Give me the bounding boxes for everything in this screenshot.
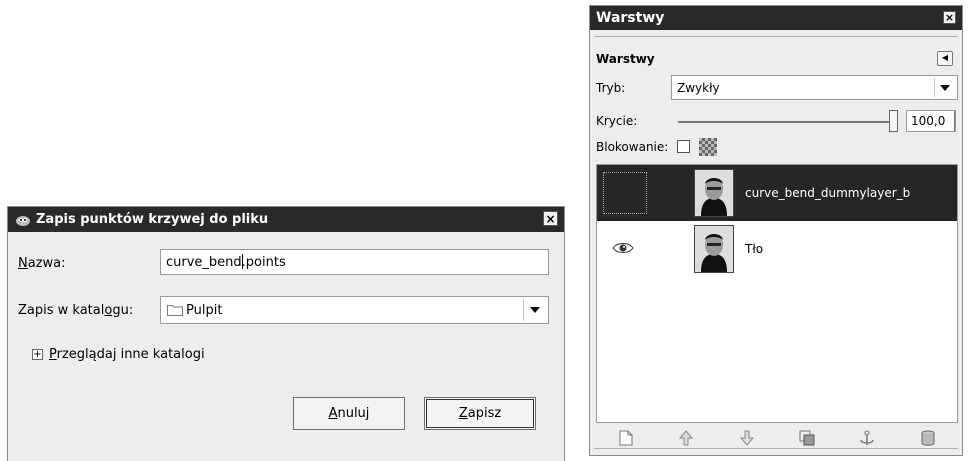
mode-label: Tryb: xyxy=(596,81,626,95)
lower-layer-icon[interactable] xyxy=(737,429,757,447)
browse-other-folders-expander[interactable]: + Przeglądaj inne katalogi xyxy=(32,347,205,362)
duplicate-layer-icon[interactable] xyxy=(797,429,817,447)
lock-label: Blokowanie: xyxy=(596,140,669,154)
lock-alpha-icon[interactable] xyxy=(699,138,717,156)
eye-icon[interactable] xyxy=(612,241,634,255)
opacity-spin-arrows[interactable] xyxy=(954,110,961,132)
folder-icon xyxy=(167,305,183,316)
dock-bottom-separator xyxy=(594,448,958,453)
chevron-down-icon[interactable] xyxy=(934,78,955,97)
panel-menu-button[interactable]: ◀ xyxy=(937,51,953,66)
anchor-layer-icon[interactable] xyxy=(857,429,877,447)
expand-plus-icon[interactable]: + xyxy=(32,349,43,360)
opacity-slider-track[interactable] xyxy=(678,121,896,123)
save-folder-combo[interactable]: Pulpit xyxy=(160,296,549,324)
save-folder-value: Pulpit xyxy=(186,302,223,318)
dock-close-button[interactable]: × xyxy=(943,11,956,24)
layer-thumbnail xyxy=(694,169,734,217)
layer-row-background[interactable]: Tło xyxy=(597,221,957,277)
save-button[interactable]: Zapisz xyxy=(424,397,536,430)
filename-input[interactable]: curve_bend.points xyxy=(160,249,549,275)
browse-other-folders-label[interactable]: Przeglądaj inne katalogi xyxy=(49,347,205,362)
layer-list: curve_bend_dummylayer_b Tło xyxy=(596,164,958,423)
lock-pixels-checkbox[interactable] xyxy=(677,140,690,153)
folder-label: Zapis w katalogu: xyxy=(18,303,134,318)
layer-name[interactable]: curve_bend_dummylayer_b xyxy=(745,186,910,200)
save-curve-points-dialog: Zapis punktów krzywej do pliku × Nazwa: … xyxy=(7,206,565,461)
layers-footer-toolbar xyxy=(596,426,958,450)
layer-thumbnail xyxy=(694,225,734,273)
opacity-label: Krycie: xyxy=(596,114,638,128)
layer-visibility-toggle[interactable] xyxy=(603,172,647,214)
gimp-app-icon xyxy=(16,215,30,226)
opacity-spinbutton[interactable]: 100,0 xyxy=(906,110,956,132)
new-layer-icon[interactable] xyxy=(616,429,636,447)
dialog-close-button[interactable]: × xyxy=(543,211,558,226)
delete-layer-icon[interactable] xyxy=(918,429,938,447)
chevron-down-icon[interactable] xyxy=(523,299,546,321)
dialog-titlebar[interactable]: Zapis punktów krzywej do pliku × xyxy=(8,207,564,232)
name-label: Nazwa: xyxy=(18,256,66,271)
dock-title: Warstwy xyxy=(596,10,665,26)
layer-row-curve-bend[interactable]: curve_bend_dummylayer_b xyxy=(597,165,957,221)
layer-mode-combo[interactable]: Zwykły xyxy=(671,75,958,100)
opacity-slider-handle[interactable] xyxy=(889,110,898,132)
layers-panel-title: Warstwy xyxy=(596,52,655,66)
cancel-button[interactable]: Anuluj xyxy=(293,397,405,430)
layer-mode-value: Zwykły xyxy=(677,80,720,95)
layer-name[interactable]: Tło xyxy=(745,242,763,256)
raise-layer-icon[interactable] xyxy=(676,429,696,447)
layers-dock-window: Warstwy × Warstwy ◀ Tryb: Zwykły Krycie:… xyxy=(589,5,963,456)
dialog-title: Zapis punktów krzywej do pliku xyxy=(36,212,269,227)
dock-titlebar[interactable]: Warstwy × xyxy=(590,6,962,30)
dock-tab-separator xyxy=(594,30,958,37)
